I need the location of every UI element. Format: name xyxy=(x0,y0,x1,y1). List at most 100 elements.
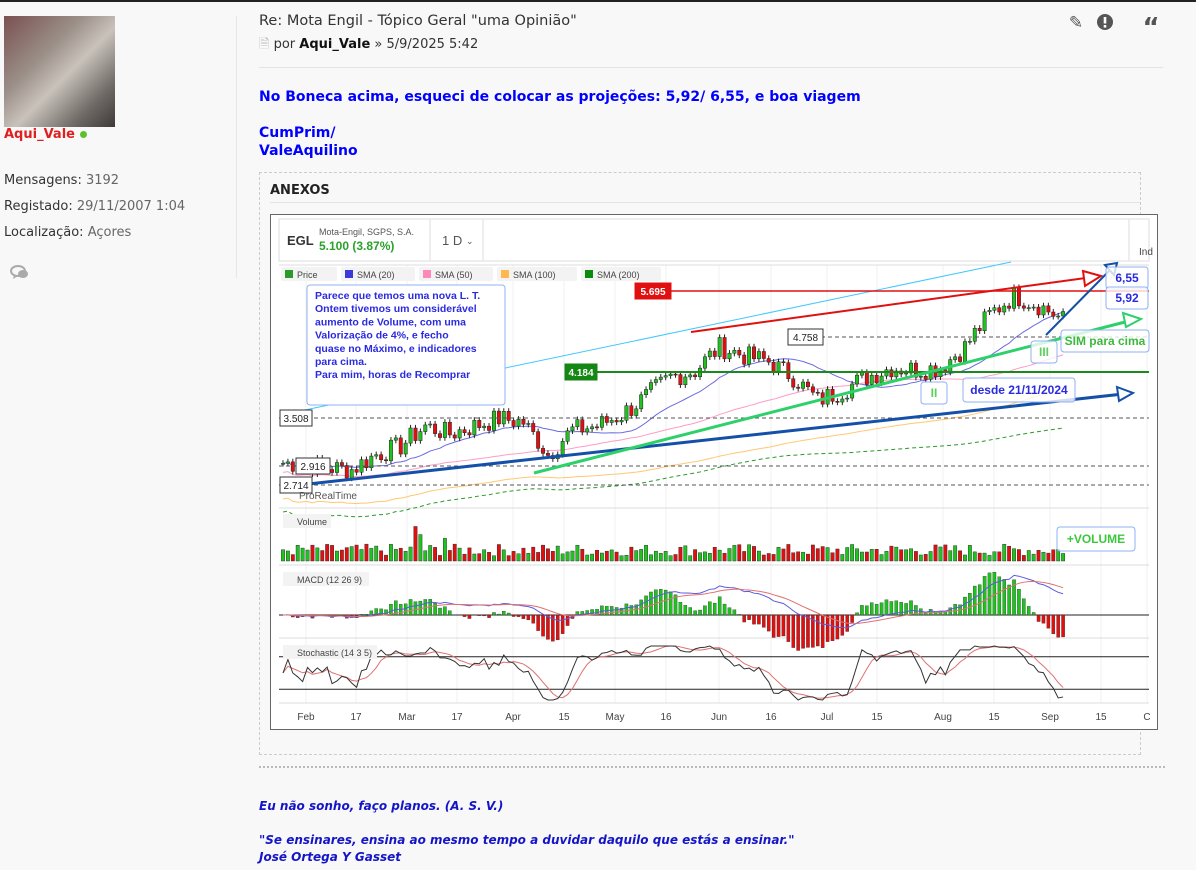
macd-histogram-bar xyxy=(820,614,825,648)
volume-bar xyxy=(894,546,899,562)
macd-histogram-bar xyxy=(555,614,560,641)
edit-pencil-icon[interactable]: ✎ xyxy=(1066,13,1086,33)
macd-histogram-bar xyxy=(389,604,393,616)
candle xyxy=(595,426,599,429)
x-tick-label: 15 xyxy=(1095,712,1107,723)
macd-histogram-bar xyxy=(776,614,781,637)
volume-bar xyxy=(393,549,398,562)
x-tick-label: Apr xyxy=(505,712,521,723)
macd-histogram-bar xyxy=(443,606,447,616)
chevron-down-icon[interactable]: ⌄ xyxy=(466,236,474,246)
avatar[interactable] xyxy=(4,16,115,127)
volume-bar xyxy=(815,548,820,562)
candle xyxy=(796,386,801,389)
volume-bar xyxy=(1026,550,1031,562)
candle xyxy=(786,362,791,379)
quote-icon[interactable]: “ xyxy=(1141,13,1161,43)
volume-bar xyxy=(384,554,388,562)
macd-histogram-bar xyxy=(1051,614,1056,635)
stat-label: Registado: xyxy=(4,199,73,214)
candle xyxy=(374,454,379,457)
username-text[interactable]: Aqui_Vale xyxy=(4,127,75,142)
volume-bar xyxy=(526,553,531,562)
x-tick-label: 17 xyxy=(350,712,362,723)
signature-divider xyxy=(259,766,1165,768)
volume-bar xyxy=(742,551,747,562)
volume-bar xyxy=(506,555,511,562)
annotation-line: Valorização de 4%, e fecho xyxy=(315,330,449,342)
volume-bar xyxy=(295,545,300,562)
volume-bar xyxy=(658,553,663,562)
candle xyxy=(575,419,580,428)
volume-bar xyxy=(928,551,933,562)
volume-bar xyxy=(521,547,526,562)
candle xyxy=(364,459,369,468)
chart-attachment-image[interactable]: EGL Mota-Engil, SGPS, S.A. 5.100 (3.87%)… xyxy=(270,214,1158,730)
volume-bar xyxy=(604,550,609,562)
wave-iii-label: III xyxy=(1039,345,1049,359)
candle xyxy=(1002,305,1007,313)
volume-bar xyxy=(653,550,658,562)
arrow-head xyxy=(1081,269,1104,288)
candle xyxy=(521,419,526,425)
chat-bubbles-icon[interactable] xyxy=(10,264,30,284)
volume-bar xyxy=(727,548,732,562)
volume-bar xyxy=(516,553,521,562)
candle xyxy=(722,337,727,360)
candle xyxy=(565,430,570,442)
post-title[interactable]: Re: Mota Engil - Tópico Geral "uma Opini… xyxy=(259,13,577,29)
macd-histogram-bar xyxy=(742,614,746,623)
macd-histogram-bar xyxy=(413,601,418,616)
candle xyxy=(1007,305,1012,309)
volume-bar xyxy=(501,549,506,562)
candle xyxy=(766,358,771,363)
candle xyxy=(702,356,707,369)
candle xyxy=(1031,306,1036,309)
macd-histogram-bar xyxy=(462,614,467,617)
macd-histogram-bar xyxy=(364,614,369,616)
macd-histogram-bar xyxy=(747,614,751,620)
candle xyxy=(452,434,457,439)
candle xyxy=(717,337,722,357)
candle xyxy=(590,426,595,430)
legend-label: SMA (50) xyxy=(435,270,473,280)
interval-select[interactable]: 1 D xyxy=(442,233,462,248)
volume-bar xyxy=(801,551,805,562)
candle xyxy=(958,356,963,362)
legend-label: SMA (20) xyxy=(357,270,395,280)
candle xyxy=(845,397,850,400)
volume-bar xyxy=(840,554,845,562)
legend-label: Price xyxy=(297,270,318,280)
macd-histogram-bar xyxy=(973,585,977,616)
volume-bar xyxy=(433,547,437,562)
candle xyxy=(536,431,541,449)
macd-histogram-bar xyxy=(752,614,756,625)
candle xyxy=(560,441,565,455)
legend-swatch xyxy=(585,270,593,278)
candle xyxy=(977,328,982,331)
macd-histogram-bar xyxy=(791,614,796,648)
candle xyxy=(379,454,384,461)
post-author[interactable]: Aqui_Vale xyxy=(299,37,370,52)
volume-bar xyxy=(467,547,472,562)
macd-histogram-bar xyxy=(722,603,727,616)
projection-arrow-line xyxy=(1045,270,1110,336)
volume-bar xyxy=(899,549,904,562)
candle xyxy=(349,469,354,479)
macd-histogram-bar xyxy=(766,614,771,632)
volume-bar xyxy=(796,551,801,562)
macd-histogram-bar xyxy=(1017,589,1021,616)
volume-bar xyxy=(639,549,644,562)
macd-histogram-bar xyxy=(683,605,688,616)
candle xyxy=(423,424,428,432)
candle xyxy=(413,427,418,441)
company-name: Mota-Engil, SGPS, S.A. xyxy=(319,227,414,237)
ticker: EGL xyxy=(287,233,314,248)
volume-bar xyxy=(810,544,815,562)
volume-bar xyxy=(428,545,433,562)
username[interactable]: Aqui_Vale xyxy=(4,127,87,142)
candle xyxy=(649,382,653,390)
indicators-label[interactable]: Ind xyxy=(1139,247,1153,258)
volume-bar xyxy=(953,545,958,562)
report-icon[interactable] xyxy=(1095,13,1115,33)
